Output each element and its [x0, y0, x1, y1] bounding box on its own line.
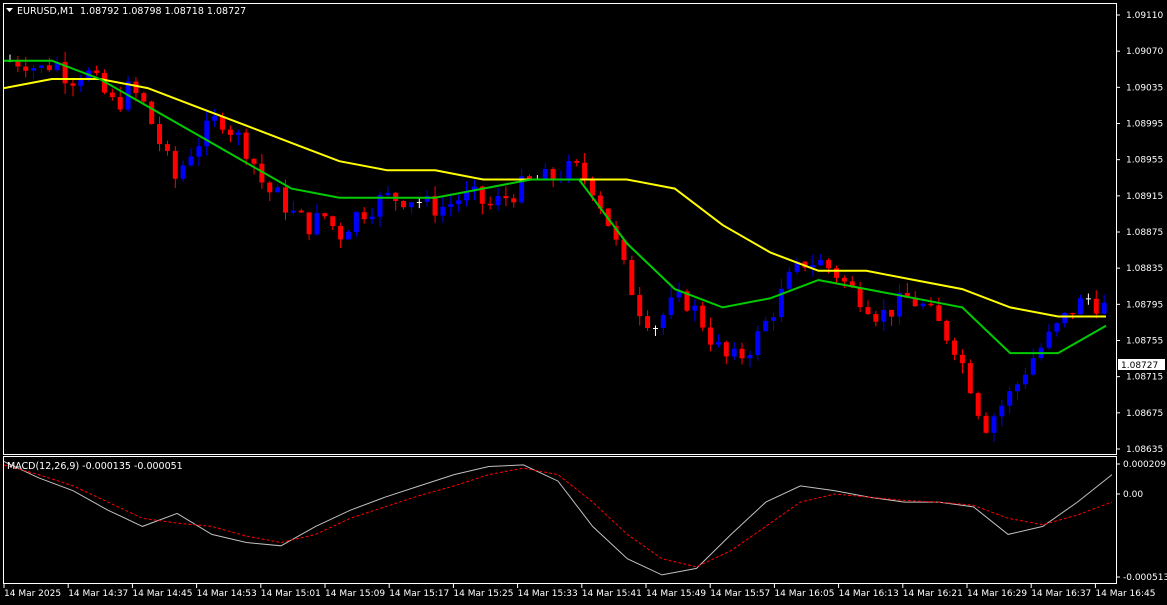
time-tick-label: 14 Mar 16:29 — [967, 589, 1027, 599]
macd-tick-label: 0.00 — [1123, 490, 1143, 500]
time-tick-label: 14 Mar 14:37 — [68, 589, 128, 599]
price-tick-label: 1.09070 — [1126, 47, 1163, 57]
time-tick-label: 14 Mar 2025 — [4, 589, 61, 599]
time-tick-label: 14 Mar 16:13 — [839, 589, 899, 599]
candle — [944, 319, 950, 345]
trading-chart[interactable]: 1.09110 1.09070 1.09035 1.08995 1.08955 1.089… — [0, 0, 1167, 605]
time-tick-label: 14 Mar 15:57 — [710, 589, 770, 599]
time-tick-label: 14 Mar 15:25 — [453, 589, 513, 599]
candle — [149, 100, 155, 125]
time-tick-label: 14 Mar 14:45 — [132, 589, 192, 599]
time-tick-label: 14 Mar 15:17 — [389, 589, 449, 599]
chart-symbol: EURUSD,M1 — [17, 6, 74, 17]
current-price-label: 1.08727 — [1121, 361, 1158, 371]
price-tick-label: 1.09110 — [1126, 11, 1163, 21]
candle — [629, 255, 635, 296]
time-tick-label: 14 Mar 16:45 — [1095, 589, 1155, 599]
price-tick-label: 1.08755 — [1126, 337, 1163, 347]
time-tick-label: 14 Mar 15:33 — [518, 589, 578, 599]
candle — [975, 391, 981, 420]
candle — [967, 359, 973, 395]
time-tick-label: 14 Mar 16:37 — [1031, 589, 1091, 599]
price-tick-label: 1.08875 — [1126, 228, 1163, 238]
macd-title: MACD(12,26,9) -0.000135 -0.000051 — [7, 461, 183, 472]
macd-tick-label: 0.000209 — [1123, 460, 1166, 470]
candle — [700, 301, 706, 332]
time-tick-label: 14 Mar 15:09 — [325, 589, 385, 599]
time-tick-label: 14 Mar 15:01 — [261, 589, 321, 599]
time-tick-label: 14 Mar 16:21 — [903, 589, 963, 599]
price-tick-label: 1.08715 — [1126, 373, 1163, 383]
price-tick-label: 1.08995 — [1126, 120, 1163, 130]
time-tick-label: 14 Mar 16:05 — [774, 589, 834, 599]
price-tick-label: 1.09035 — [1126, 83, 1163, 93]
time-tick-label: 14 Mar 15:41 — [582, 589, 642, 599]
time-tick-label: 14 Mar 14:53 — [197, 589, 257, 599]
price-tick-label: 1.08835 — [1126, 264, 1163, 274]
chart-ohlc: 1.08792 1.08798 1.08718 1.08727 — [80, 6, 246, 17]
macd-tick-label: -0.000513 — [1123, 573, 1167, 583]
price-tick-label: 1.08635 — [1126, 445, 1163, 455]
time-tick-label: 14 Mar 15:49 — [646, 589, 706, 599]
price-tick-label: 1.08675 — [1126, 409, 1163, 419]
price-tick-label: 1.08795 — [1126, 300, 1163, 310]
price-tick-label: 1.08915 — [1126, 192, 1163, 202]
price-tick-label: 1.08955 — [1126, 156, 1163, 166]
